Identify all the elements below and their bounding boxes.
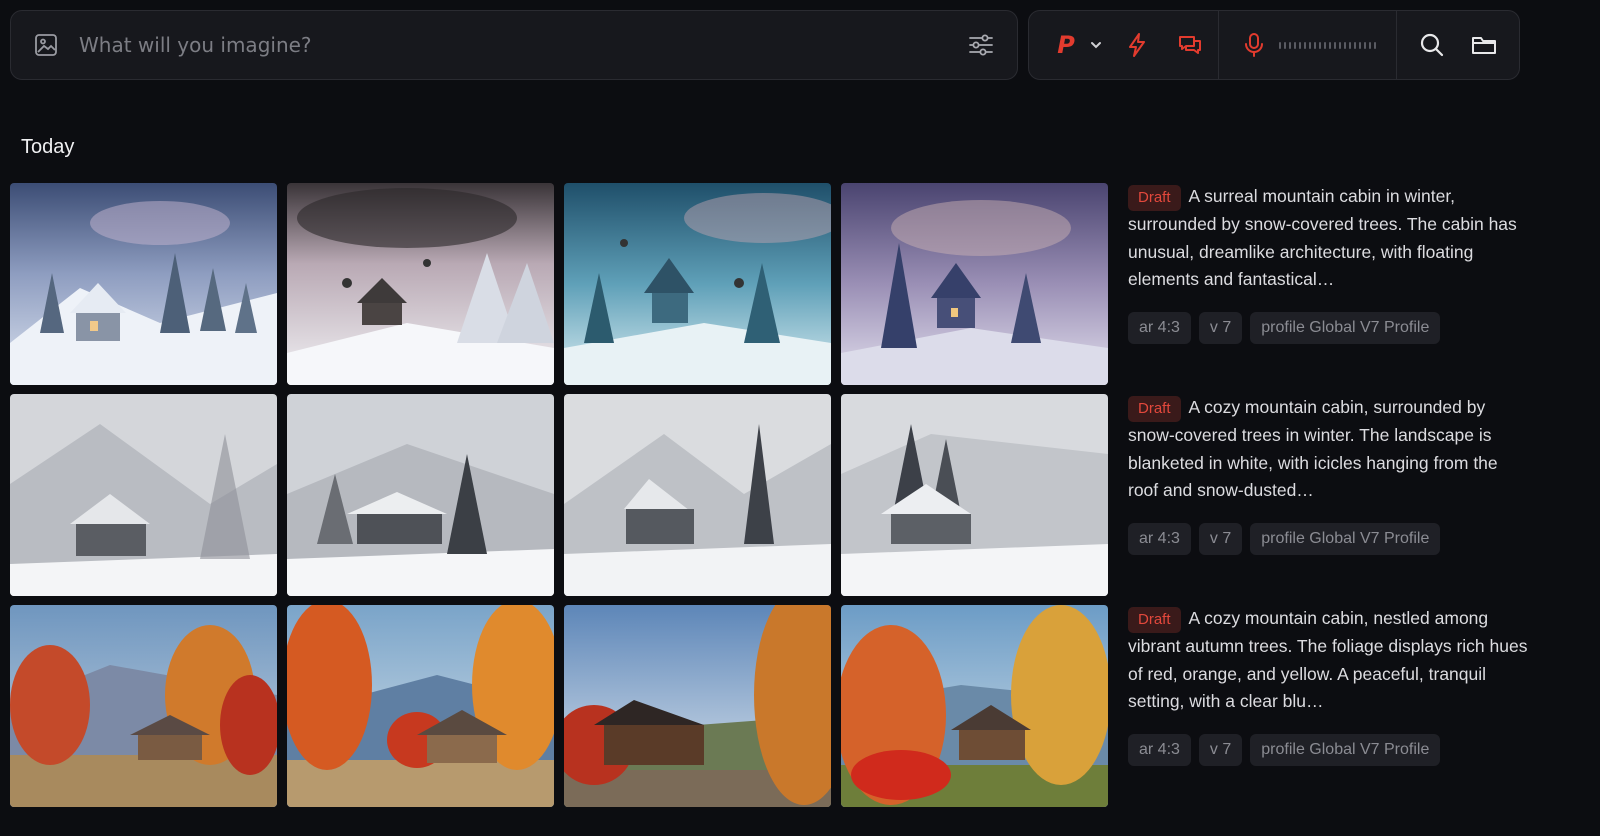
parameter-tags: ar 4:3 v 7 profile Global V7 Profile xyxy=(1128,522,1528,555)
chat-bubbles-icon[interactable] xyxy=(1177,32,1203,58)
image-thumbnail[interactable] xyxy=(287,183,554,385)
mode-controls: P xyxy=(1029,11,1219,79)
section-title-today: Today xyxy=(21,136,75,158)
aspect-ratio-tag[interactable]: ar 4:3 xyxy=(1128,311,1191,344)
image-thumbnail[interactable] xyxy=(287,605,554,807)
generation-row: Draft A cozy mountain cabin, nestled amon… xyxy=(10,605,1530,807)
image-thumbnail[interactable] xyxy=(841,183,1108,385)
prompt-description: Draft A cozy mountain cabin, nestled amon… xyxy=(1128,607,1528,711)
profile-tag[interactable]: profile Global V7 Profile xyxy=(1250,522,1441,555)
version-tag[interactable]: v 7 xyxy=(1198,311,1243,344)
image-thumbnail[interactable] xyxy=(10,183,277,385)
image-thumbnail[interactable] xyxy=(564,394,831,596)
image-thumbnail[interactable] xyxy=(564,605,831,807)
image-thumbnail[interactable] xyxy=(10,605,277,807)
search-controls xyxy=(1397,11,1497,79)
version-tag[interactable]: v 7 xyxy=(1198,733,1243,766)
generation-details: Draft A cozy mountain cabin, surrounded b… xyxy=(1128,394,1528,555)
image-thumbnail[interactable] xyxy=(564,183,831,385)
image-thumbnail[interactable] xyxy=(841,394,1108,596)
aspect-ratio-tag[interactable]: ar 4:3 xyxy=(1128,733,1191,766)
prompt-input[interactable] xyxy=(79,33,967,57)
personalize-button[interactable]: P xyxy=(1055,31,1077,59)
generation-row: Draft A cozy mountain cabin, surrounded b… xyxy=(10,394,1530,596)
profile-tag[interactable]: profile Global V7 Profile xyxy=(1250,733,1441,766)
chevron-down-icon[interactable] xyxy=(1089,38,1103,52)
prompt-description: Draft A surreal mountain cabin in winter,… xyxy=(1128,185,1517,289)
image-upload-icon[interactable] xyxy=(33,32,59,58)
prompt-bar xyxy=(10,10,1018,80)
voice-waveform xyxy=(1279,41,1376,49)
image-thumbnail[interactable] xyxy=(10,394,277,596)
folder-icon[interactable] xyxy=(1471,33,1497,57)
version-tag[interactable]: v 7 xyxy=(1198,522,1243,555)
draft-badge: Draft xyxy=(1128,396,1181,422)
aspect-ratio-tag[interactable]: ar 4:3 xyxy=(1128,522,1191,555)
generation-row: Draft A surreal mountain cabin in winter,… xyxy=(10,183,1530,385)
microphone-icon[interactable] xyxy=(1243,32,1265,58)
profile-tag[interactable]: profile Global V7 Profile xyxy=(1250,311,1441,344)
image-thumbnail[interactable] xyxy=(287,394,554,596)
settings-sliders-icon[interactable] xyxy=(967,31,995,59)
voice-controls xyxy=(1219,11,1397,79)
generation-details: Draft A cozy mountain cabin, nestled amon… xyxy=(1128,605,1528,766)
parameter-tags: ar 4:3 v 7 profile Global V7 Profile xyxy=(1128,311,1528,344)
toolbar: P xyxy=(1028,10,1520,80)
parameter-tags: ar 4:3 v 7 profile Global V7 Profile xyxy=(1128,733,1528,766)
draft-badge: Draft xyxy=(1128,607,1181,633)
prompt-description: Draft A cozy mountain cabin, surrounded b… xyxy=(1128,396,1498,500)
image-thumbnail[interactable] xyxy=(841,605,1108,807)
search-icon[interactable] xyxy=(1419,32,1445,58)
draft-badge: Draft xyxy=(1128,185,1181,211)
generation-details: Draft A surreal mountain cabin in winter,… xyxy=(1128,183,1528,344)
lightning-icon[interactable] xyxy=(1125,32,1149,58)
